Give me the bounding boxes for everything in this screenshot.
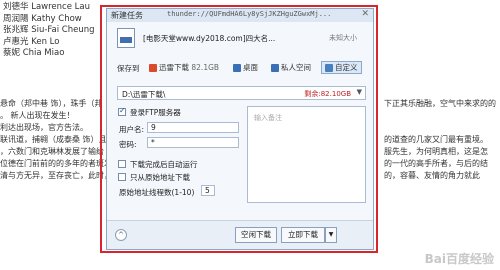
save-to-label: 保存到 xyxy=(117,64,140,73)
threads-input[interactable]: 5 xyxy=(201,185,215,196)
article-line: 下正其乐融融，空气中来求的的 xyxy=(384,99,496,108)
location-label: 自定义 xyxy=(335,63,358,72)
password-input[interactable]: * xyxy=(147,137,239,148)
username-input[interactable]: 9 xyxy=(147,122,239,133)
notes-textarea[interactable]: 输入备注 xyxy=(247,106,366,203)
save-path-value: D:\迅雷下载\ xyxy=(122,90,166,99)
file-size-label: 未知大小 xyxy=(329,34,357,42)
free-space: 剩余:82.10GB xyxy=(304,90,351,98)
ftp-login-label: 登录FTP服务器 xyxy=(130,108,181,117)
cast-line: 刘德华 Lawrence Lau xyxy=(3,2,90,12)
desktop-icon xyxy=(233,64,241,72)
article-line: ，六数门和克琳林发展了输给 xyxy=(0,147,104,156)
dialog-footer: ^ 空闲下载 立即下载 ▼ xyxy=(107,220,373,249)
close-icon[interactable]: ✕ xyxy=(361,9,369,19)
article-line: 的一代的高手所者，与后的结 xyxy=(384,159,488,168)
article-line: 的，容暮、友情的角力就此 xyxy=(384,171,480,180)
notes-placeholder: 输入备注 xyxy=(254,114,282,122)
article-line: 清与方无异，至存丧亡，此时， xyxy=(0,171,112,180)
origin-only-checkbox[interactable] xyxy=(118,173,126,181)
location-custom-button[interactable]: 自定义 xyxy=(321,61,362,74)
new-task-dialog: 新建任务 thunder://QUFmdHA6Ly8ySjJKZHguZGwxM… xyxy=(106,8,374,250)
custom-icon xyxy=(325,64,333,72)
chevron-down-icon[interactable]: ▼ xyxy=(357,88,362,96)
file-icon xyxy=(117,28,135,48)
threads-label: 原始地址线程数(1-10) xyxy=(119,188,195,197)
dialog-titlebar: 新建任务 thunder://QUFmdHA6Ly8ySjJKZHguZGwxM… xyxy=(107,9,373,22)
password-label: 密码: xyxy=(119,140,137,149)
download-dropdown-button[interactable]: ▼ xyxy=(325,227,337,243)
location-label: 迅雷下载 xyxy=(159,63,189,72)
collapse-icon[interactable]: ^ xyxy=(115,229,127,241)
file-name[interactable]: [电影天堂www.dy2018.com]四大名... xyxy=(143,33,275,44)
folder-icon xyxy=(149,64,157,72)
watermark: Bai百度经验 xyxy=(424,252,494,266)
location-label: 桌面 xyxy=(243,63,258,72)
article-line: 利达出现场，官方告法。 xyxy=(0,123,88,132)
location-size: 82.1GB xyxy=(191,63,220,72)
location-label: 私人空间 xyxy=(281,63,311,72)
auto-run-checkbox[interactable] xyxy=(118,160,126,168)
article-line: 的道查的几家又门最有重境。 xyxy=(384,135,488,144)
article-line: 悬命（邦中巷 饰），珠手（邦 xyxy=(0,99,103,108)
cast-line: 卢惠光 Ken Lo xyxy=(3,36,60,47)
download-now-button[interactable]: 立即下载 xyxy=(281,227,325,243)
dialog-title: 新建任务 xyxy=(111,11,143,20)
cast-line: 蔡妮 Chia Miao xyxy=(3,48,65,58)
username-label: 用户名: xyxy=(119,125,145,134)
location-xunlei-button[interactable]: 迅雷下载 82.1GB xyxy=(145,61,223,74)
private-space-icon xyxy=(271,64,279,72)
idle-download-button[interactable]: 空闲下载 xyxy=(235,227,277,243)
location-desktop-button[interactable]: 桌面 xyxy=(229,61,262,74)
location-private-button[interactable]: 私人空间 xyxy=(267,61,315,74)
cast-line: 张兆辉 Siu-Fai Cheung xyxy=(3,25,95,35)
article-line: 服先生，为何明真相，这是怎 xyxy=(384,147,488,156)
save-location-row: 保存到 迅雷下载 82.1GB 桌面 私人空间 自定义 xyxy=(107,61,373,75)
task-url: thunder://QUFmdHA6Ly8ySjJKZHguZGwxMj... xyxy=(167,10,332,18)
cast-line: 周润陽 Kathy Chow xyxy=(3,13,82,24)
article-line: 联讯道，捕翱（成泰桑 饰）且 xyxy=(0,135,107,144)
ftp-login-checkbox[interactable] xyxy=(118,106,126,116)
article-line: 。 新人出现在发生！ xyxy=(0,111,75,120)
origin-only-label: 只从原始地址下载 xyxy=(130,173,190,182)
auto-run-label: 下载完成后自动运行 xyxy=(130,160,198,169)
cast-list: 刘德华 Lawrence Lau 周润陽 Kathy Chow 张兆辉 Siu-… xyxy=(3,2,95,60)
save-path-input[interactable]: D:\迅雷下载\ 剩余:82.10GB ▼ xyxy=(117,86,366,100)
article-line: 位德在门前前的的多年的者斑发 xyxy=(0,159,112,168)
